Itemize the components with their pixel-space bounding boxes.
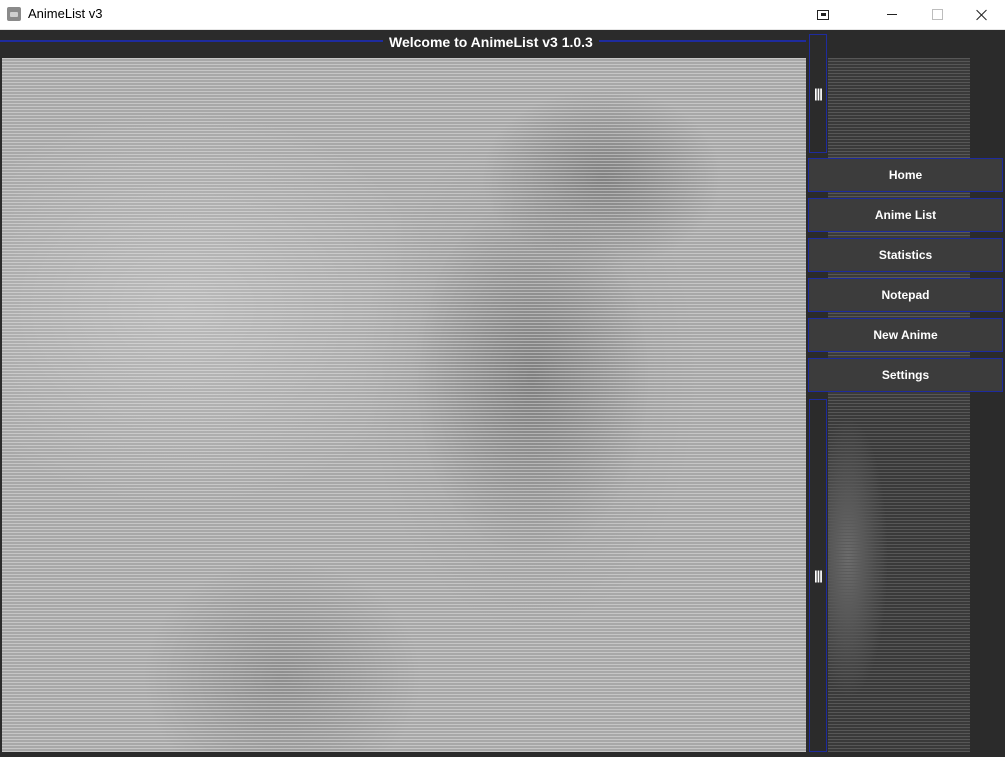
close-button[interactable] bbox=[959, 0, 1005, 29]
splitter-handle-top[interactable]: ||| bbox=[809, 34, 827, 153]
minimize-icon bbox=[887, 14, 897, 15]
snap-icon bbox=[817, 9, 829, 20]
anime-list-button[interactable]: Anime List bbox=[808, 198, 1003, 232]
new-anime-button[interactable]: New Anime bbox=[808, 318, 1003, 352]
splitter-handle-bottom[interactable]: ||| bbox=[809, 399, 827, 752]
page-title: Welcome to AnimeList v3 1.0.3 bbox=[383, 33, 599, 51]
side-nav: Home Anime List Statistics Notepad New A… bbox=[808, 158, 1003, 398]
window-title: AnimeList v3 bbox=[28, 6, 103, 21]
maximize-icon bbox=[931, 9, 943, 20]
notepad-button[interactable]: Notepad bbox=[808, 278, 1003, 312]
window-body: Welcome to AnimeList v3 1.0.3 ||| ||| Ho… bbox=[0, 30, 1005, 757]
ascii-art-image bbox=[2, 58, 806, 752]
settings-button[interactable]: Settings bbox=[808, 358, 1003, 392]
app-icon bbox=[7, 7, 21, 21]
statistics-button[interactable]: Statistics bbox=[808, 238, 1003, 272]
close-icon bbox=[976, 9, 988, 21]
minimize-button[interactable] bbox=[869, 0, 915, 29]
window-extra-button[interactable] bbox=[800, 0, 846, 29]
home-button[interactable]: Home bbox=[808, 158, 1003, 192]
maximize-button[interactable] bbox=[914, 0, 960, 29]
title-bar: AnimeList v3 bbox=[0, 0, 1005, 30]
